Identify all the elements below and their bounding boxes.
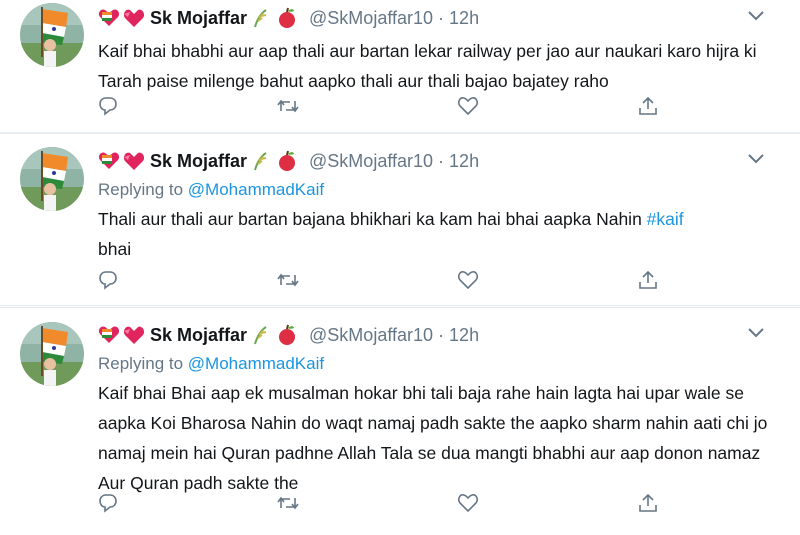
chevron-down-icon[interactable] xyxy=(744,4,768,28)
retweet-icon[interactable] xyxy=(276,94,300,118)
reply-icon[interactable] xyxy=(96,491,120,515)
heart-flag-icon xyxy=(98,8,120,28)
heart-flag-icon xyxy=(98,151,120,171)
like-icon[interactable] xyxy=(456,94,480,118)
tweet-text: Kaif bhai Bhai aap ek musalman hokar bhi… xyxy=(98,383,768,493)
share-icon[interactable] xyxy=(636,491,660,515)
tweet-text: Thali aur thali aur bartan bajana bhikha… xyxy=(98,209,684,259)
heart-flag-icon xyxy=(98,325,120,345)
retweet-icon[interactable] xyxy=(276,491,300,515)
like-icon[interactable] xyxy=(456,268,480,292)
user-handle[interactable]: @SkMojaffar10 xyxy=(309,8,433,29)
user-handle[interactable]: @SkMojaffar10 xyxy=(309,325,433,346)
display-name[interactable]: Sk Mojaffar xyxy=(150,151,247,172)
chevron-down-icon[interactable] xyxy=(744,321,768,345)
tweet-actions xyxy=(96,491,676,515)
reply-mention-link[interactable]: @MohammadKaif xyxy=(188,354,324,373)
tweet[interactable]: Sk Mojaffar @SkMojaffar10 · 12h Kaif bha… xyxy=(0,0,800,133)
chevron-down-icon[interactable] xyxy=(744,147,768,171)
reply-icon[interactable] xyxy=(96,268,120,292)
avatar[interactable] xyxy=(20,322,84,386)
tweet-actions xyxy=(96,94,676,118)
share-icon[interactable] xyxy=(636,268,660,292)
reply-icon[interactable] xyxy=(96,94,120,118)
heart-icon xyxy=(122,325,146,345)
tweet-header: Sk Mojaffar @SkMojaffar10 · 12h xyxy=(98,6,780,30)
timestamp[interactable]: · 12h xyxy=(433,151,479,172)
heart-icon xyxy=(122,151,146,171)
tweet-feed: Sk Mojaffar @SkMojaffar10 · 12h Kaif bha… xyxy=(0,0,800,535)
rice-plant-icon xyxy=(251,8,269,28)
timestamp[interactable]: · 12h xyxy=(433,8,479,29)
reply-mention-link[interactable]: @MohammadKaif xyxy=(188,180,324,199)
tweet-text: Kaif bhai bhabhi aur aap thali aur barta… xyxy=(98,41,757,91)
avatar[interactable] xyxy=(20,147,84,211)
display-name[interactable]: Sk Mojaffar xyxy=(150,325,247,346)
avatar[interactable] xyxy=(20,3,84,67)
tweet-actions xyxy=(96,268,676,292)
apple-icon xyxy=(277,150,297,172)
like-icon[interactable] xyxy=(456,491,480,515)
user-handle[interactable]: @SkMojaffar10 xyxy=(309,151,433,172)
rice-plant-icon xyxy=(251,325,269,345)
heart-icon xyxy=(122,8,146,28)
tweet[interactable]: Sk Mojaffar @SkMojaffar10 · 12h Replying… xyxy=(0,307,800,535)
tweet-body: Sk Mojaffar @SkMojaffar10 · 12h Kaif bha… xyxy=(98,6,780,96)
share-icon[interactable] xyxy=(636,94,660,118)
rice-plant-icon xyxy=(251,151,269,171)
retweet-icon[interactable] xyxy=(276,268,300,292)
tweet-header: Sk Mojaffar @SkMojaffar10 · 12h xyxy=(98,323,780,347)
replying-to: Replying to @MohammadKaif xyxy=(98,354,325,373)
tweet-body: Sk Mojaffar @SkMojaffar10 · 12h Replying… xyxy=(98,323,780,498)
tweet[interactable]: Sk Mojaffar @SkMojaffar10 · 12h Replying… xyxy=(0,133,800,306)
hashtag-link[interactable]: #kaif xyxy=(647,209,684,229)
display-name[interactable]: Sk Mojaffar xyxy=(150,8,247,29)
tweet-header: Sk Mojaffar @SkMojaffar10 · 12h xyxy=(98,149,780,173)
tweet-body: Sk Mojaffar @SkMojaffar10 · 12h Replying… xyxy=(98,149,780,264)
apple-icon xyxy=(277,7,297,29)
timestamp[interactable]: · 12h xyxy=(433,325,479,346)
apple-icon xyxy=(277,324,297,346)
replying-to: Replying to @MohammadKaif xyxy=(98,180,325,199)
